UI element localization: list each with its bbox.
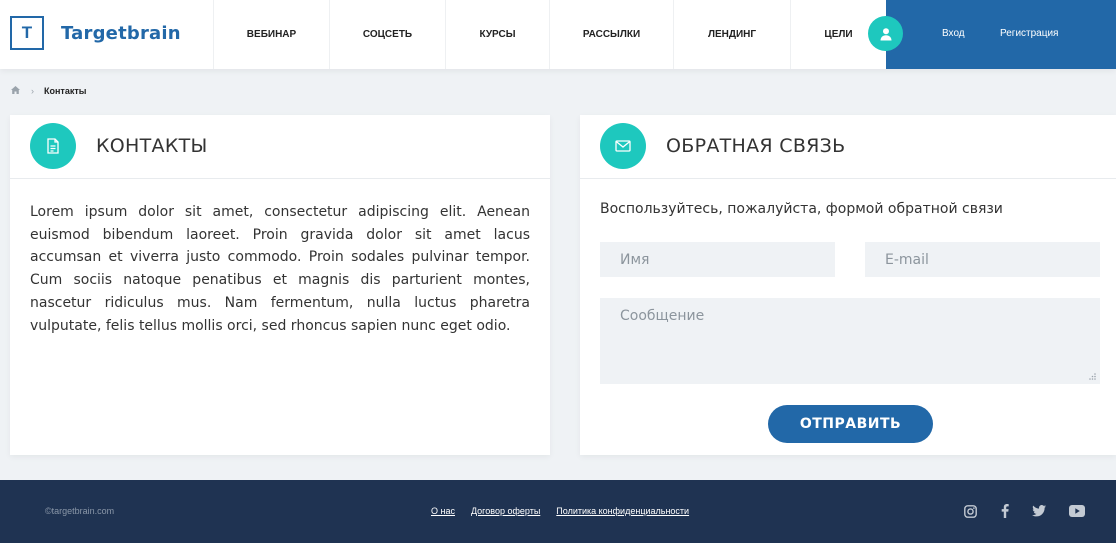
home-icon[interactable] — [11, 86, 20, 96]
copyright: ©targetbrain.com — [45, 506, 115, 516]
main-nav: ВЕБИНАР СОЦСЕТЬ КУРСЫ РАССЫЛКИ ЛЕНДИНГ Ц… — [213, 0, 886, 69]
contacts-title: КОНТАКТЫ — [96, 135, 208, 157]
logo[interactable]: T Targetbrain — [10, 16, 181, 50]
chevron-right-icon: › — [31, 86, 34, 96]
submit-button[interactable]: ОТПРАВИТЬ — [768, 405, 933, 443]
contacts-card: КОНТАКТЫ Lorem ipsum dolor sit amet, con… — [10, 115, 550, 455]
login-link[interactable]: Вход — [942, 28, 965, 39]
logo-text: Targetbrain — [61, 22, 181, 44]
youtube-icon[interactable] — [1068, 502, 1086, 520]
feedback-card: ОБРАТНАЯ СВЯЗЬ Воспользуйтесь, пожалуйст… — [580, 115, 1116, 455]
facebook-icon[interactable] — [996, 502, 1014, 520]
resize-handle-icon[interactable] — [1089, 373, 1096, 380]
contacts-text: Lorem ipsum dolor sit amet, consectetur … — [30, 204, 530, 334]
breadcrumb: › Контакты — [11, 86, 86, 96]
feedback-title: ОБРАТНАЯ СВЯЗЬ — [666, 135, 846, 157]
document-icon — [30, 123, 76, 169]
nav-item-webinar[interactable]: ВЕБИНАР — [213, 0, 329, 69]
nav-item-courses[interactable]: КУРСЫ — [445, 0, 549, 69]
feedback-body: Воспользуйтесь, пожалуйста, формой обрат… — [580, 179, 1116, 239]
site-footer: ©targetbrain.com О нас Договор оферты По… — [0, 480, 1116, 543]
breadcrumb-current: Контакты — [44, 86, 87, 96]
logo-mark: T — [10, 16, 44, 50]
name-input[interactable] — [600, 242, 835, 277]
contacts-body: Lorem ipsum dolor sit amet, consectetur … — [10, 179, 550, 359]
nav-item-social[interactable]: СОЦСЕТЬ — [329, 0, 445, 69]
user-icon[interactable] — [868, 16, 903, 51]
register-link[interactable]: Регистрация — [1000, 28, 1058, 39]
envelope-icon — [600, 123, 646, 169]
auth-panel: Вход Регистрация — [886, 0, 1116, 69]
footer-links: О нас Договор оферты Политика конфиденци… — [431, 506, 689, 516]
email-input[interactable] — [865, 242, 1100, 277]
message-input[interactable] — [600, 298, 1100, 384]
footer-link-privacy[interactable]: Политика конфиденциальности — [556, 506, 689, 516]
instagram-icon[interactable] — [961, 502, 979, 520]
nav-item-landing[interactable]: ЛЕНДИНГ — [673, 0, 790, 69]
footer-link-about[interactable]: О нас — [431, 506, 455, 516]
footer-link-offer[interactable]: Договор оферты — [471, 506, 540, 516]
twitter-icon[interactable] — [1030, 502, 1048, 520]
nav-item-mailings[interactable]: РАССЫЛКИ — [549, 0, 673, 69]
site-header: T Targetbrain ВЕБИНАР СОЦСЕТЬ КУРСЫ РАСС… — [0, 0, 1116, 69]
contacts-card-header: КОНТАКТЫ — [10, 115, 550, 179]
feedback-intro: Воспользуйтесь, пожалуйста, формой обрат… — [600, 201, 1003, 217]
feedback-card-header: ОБРАТНАЯ СВЯЗЬ — [580, 115, 1116, 179]
